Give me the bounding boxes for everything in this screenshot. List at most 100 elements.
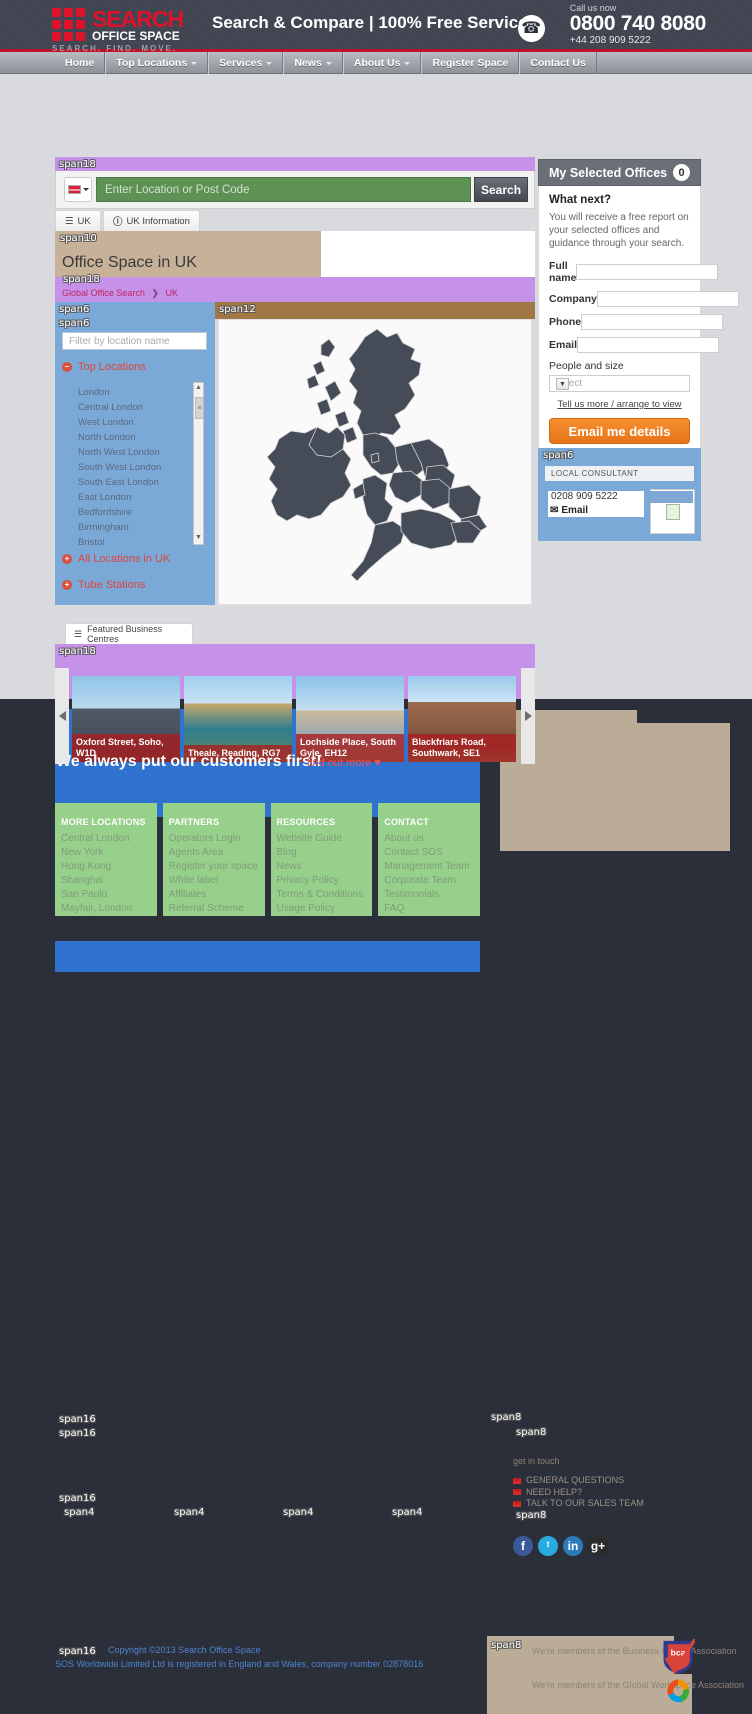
footer-link[interactable]: Referral Scheme: [169, 902, 259, 916]
get-in-touch-link[interactable]: GENERAL QUESTIONS: [513, 1475, 644, 1487]
header-tagline: Search & Compare | 100% Free Service: [212, 13, 528, 32]
location-list-item[interactable]: South West London: [78, 460, 204, 475]
locations-scrollbar[interactable]: ▲ ≡ ▼: [193, 382, 204, 545]
footer-link[interactable]: Management Team: [384, 860, 474, 874]
nav-item-label: Register Space: [432, 57, 509, 69]
footer-link[interactable]: Privacy Policy: [277, 874, 367, 888]
phone-number-secondary[interactable]: +44 208 909 5222: [570, 35, 706, 46]
people-and-size-select[interactable]: select ▼: [549, 375, 690, 392]
nav-item-label: Top Locations: [116, 57, 188, 69]
find-out-more-link[interactable]: find out more ♥: [307, 757, 381, 769]
search-button[interactable]: Search: [474, 177, 528, 202]
footer-link[interactable]: Terms & Conditions: [277, 888, 367, 902]
phone-number-primary[interactable]: 0800 740 8080: [570, 13, 707, 35]
nav-item-top-locations[interactable]: Top Locations: [105, 52, 209, 74]
footer-link[interactable]: News: [277, 860, 367, 874]
footer-link[interactable]: Agents Area: [169, 846, 259, 860]
featured-card[interactable]: Theale, Reading, RG7: [184, 676, 292, 762]
googleplus-icon[interactable]: g+: [588, 1536, 608, 1556]
location-list-item[interactable]: Bedfordshire: [78, 505, 204, 520]
featured-carousel[interactable]: Oxford Street, Soho, W1D Theale, Reading,…: [72, 676, 518, 762]
featured-card[interactable]: Lochside Place, South Gyle, EH12: [296, 676, 404, 762]
tube-stations-link[interactable]: + Tube Stations: [62, 579, 145, 591]
nav-item-about-us[interactable]: About Us: [342, 52, 422, 74]
get-in-touch-link[interactable]: TALK TO OUR SALES TEAM: [513, 1498, 644, 1510]
facebook-icon[interactable]: f: [513, 1536, 533, 1556]
footer-link[interactable]: Usage Policy: [277, 902, 367, 916]
local-consultant-phone[interactable]: 0208 909 5222: [548, 491, 644, 504]
location-filter-input[interactable]: [62, 332, 207, 350]
footer-link[interactable]: Corporate Team: [384, 874, 474, 888]
footer-link[interactable]: Shanghai: [61, 874, 151, 888]
field-input-full-name[interactable]: [576, 264, 719, 280]
span-label-4-3: span4: [283, 1507, 314, 1518]
footer-link[interactable]: Operators Login: [169, 832, 259, 846]
nav-item-contact-us[interactable]: Contact Us: [519, 52, 597, 74]
featured-business-centres-tab[interactable]: ☰ Featured Business Centres: [65, 623, 193, 644]
location-list-item[interactable]: London: [78, 385, 204, 400]
footer-link[interactable]: Contact SOS: [384, 846, 474, 860]
footer-link[interactable]: White label: [169, 874, 259, 888]
nav-item-label: Contact Us: [530, 57, 586, 69]
email-me-details-button[interactable]: Email me details: [549, 418, 690, 444]
footer-link[interactable]: Testimonials: [384, 888, 474, 902]
nav-item-news[interactable]: News: [283, 52, 343, 74]
footer-link[interactable]: Affiliates: [169, 888, 259, 902]
scroll-down-icon[interactable]: ▼: [194, 533, 203, 544]
location-list-item[interactable]: South East London: [78, 475, 204, 490]
location-list-item[interactable]: North West London: [78, 445, 204, 460]
footer-link[interactable]: New York: [61, 846, 151, 860]
location-list-item[interactable]: West London: [78, 415, 204, 430]
scrollbar-thumb[interactable]: ≡: [195, 397, 204, 419]
scroll-up-icon[interactable]: ▲: [194, 383, 203, 394]
tab-uk-information[interactable]: ⓘ UK Information: [103, 210, 200, 231]
twitter-icon[interactable]: ᵗ: [538, 1536, 558, 1556]
what-next-heading: What next?: [549, 194, 611, 206]
people-and-size-label: People and size: [549, 360, 624, 372]
footer-link[interactable]: Mayfair, London: [61, 902, 151, 916]
nav-item-label: Home: [65, 57, 95, 69]
membership-text-1: We're members of the Business Centre Ass…: [532, 1646, 737, 1656]
field-input-company[interactable]: [596, 291, 739, 307]
registration-text: SOS Worldwide Limited Ltd is registered …: [55, 1659, 424, 1669]
footer-link[interactable]: FAQ: [384, 902, 474, 916]
footer-link[interactable]: Website Guide: [277, 832, 367, 846]
breadcrumb-root[interactable]: Global Office Search: [62, 288, 145, 298]
search-input[interactable]: [96, 177, 471, 202]
footer-link[interactable]: About us: [384, 832, 474, 846]
location-list-item[interactable]: Bristol: [78, 535, 204, 545]
location-list-item[interactable]: Birmingham: [78, 520, 204, 535]
local-consultant-action[interactable]: [650, 491, 693, 503]
carousel-prev-button[interactable]: [55, 668, 69, 764]
all-locations-link[interactable]: + All Locations in UK: [62, 553, 170, 565]
featured-card[interactable]: Blackfriars Road, Southwark, SE1: [408, 676, 516, 762]
top-locations-section-header[interactable]: − Top Locations: [62, 361, 146, 373]
location-list-item[interactable]: Central London: [78, 400, 204, 415]
locations-list[interactable]: London Central London West London North Lon…: [66, 382, 204, 545]
footer-link[interactable]: Hong Kong: [61, 860, 151, 874]
grid-icon: ☰: [74, 628, 83, 639]
location-list-item[interactable]: East London: [78, 490, 204, 505]
chevron-left-icon: [58, 711, 66, 721]
footer-link[interactable]: Sao Paulo: [61, 888, 151, 902]
tab-uk[interactable]: ☰ UK: [55, 210, 101, 231]
footer-link[interactable]: Central London: [61, 832, 151, 846]
tell-us-more-link[interactable]: Tell us more / arrange to view: [549, 399, 690, 410]
nav-item-services[interactable]: Services: [208, 52, 284, 74]
envelope-icon: [513, 1477, 521, 1484]
footer-link[interactable]: Blog: [277, 846, 367, 860]
nav-item-register-space[interactable]: Register Space: [421, 52, 520, 74]
local-consultant-email-label: Email: [561, 505, 589, 516]
get-in-touch-link[interactable]: NEED HELP?: [513, 1487, 644, 1499]
nav-item-home[interactable]: Home: [55, 52, 106, 74]
linkedin-icon[interactable]: in: [563, 1536, 583, 1556]
carousel-next-button[interactable]: [521, 668, 535, 764]
featured-card[interactable]: Oxford Street, Soho, W1D: [72, 676, 180, 762]
uk-map[interactable]: [218, 319, 532, 605]
local-consultant-email-link[interactable]: ✉ Email: [548, 504, 644, 517]
footer-link[interactable]: Register your space: [169, 860, 259, 874]
field-input-phone[interactable]: [581, 314, 724, 330]
location-list-item[interactable]: North London: [78, 430, 204, 445]
country-flag-dropdown[interactable]: [64, 177, 92, 202]
field-input-email[interactable]: [577, 337, 720, 353]
